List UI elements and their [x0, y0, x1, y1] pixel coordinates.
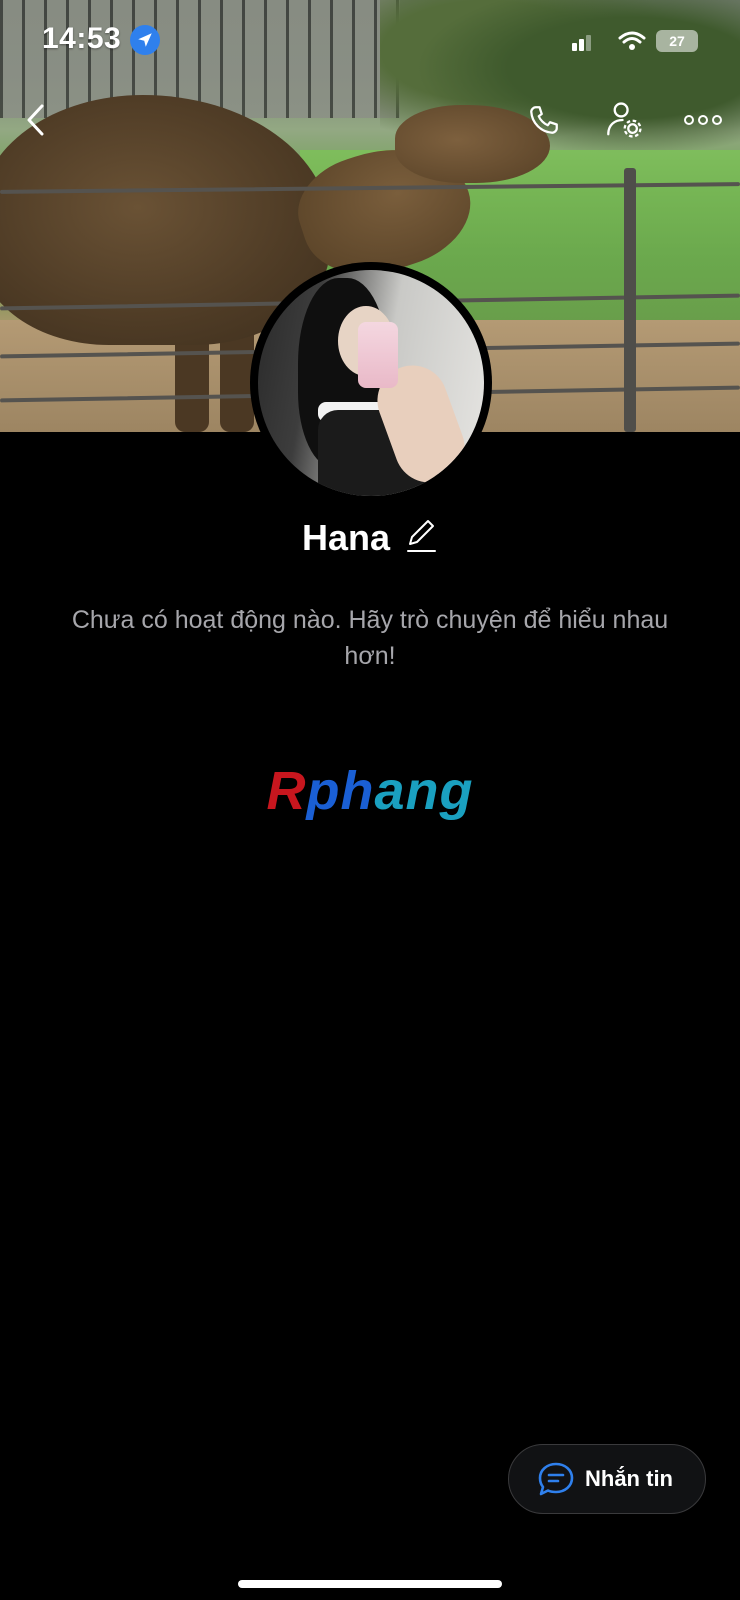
empty-activity-message: Chưa có hoạt động nào. Hãy trò chuyện để… [71, 606, 669, 670]
more-icon [684, 115, 722, 125]
edit-name-button[interactable] [404, 516, 438, 559]
avatar-phone [358, 322, 398, 388]
status-bar: 14:53 27 [0, 0, 740, 70]
home-indicator[interactable] [238, 1580, 502, 1588]
message-button-label: Nhắn tin [585, 1466, 673, 1491]
watermark-part: R [266, 761, 307, 821]
fence-post [624, 168, 636, 432]
watermark-part: ang [374, 761, 474, 821]
battery-indicator: 27 [656, 30, 698, 52]
signal-icon [572, 35, 591, 51]
location-arrow-icon [130, 25, 160, 55]
edit-pencil-icon [407, 520, 437, 552]
chat-bubble-icon [538, 1462, 574, 1496]
user-settings-icon [607, 102, 642, 138]
back-chevron-icon [27, 104, 44, 136]
avatar[interactable] [250, 262, 492, 504]
avatar-photo [258, 270, 484, 496]
phone-icon [530, 106, 558, 134]
more-button[interactable] [680, 98, 726, 142]
watermark-part: ph [306, 761, 375, 821]
profile-name: Hana [301, 516, 391, 558]
profile-settings-button[interactable] [602, 98, 646, 142]
status-time: 14:53 [42, 22, 122, 55]
profile-name-row: Hana [0, 516, 740, 559]
wifi-icon [618, 31, 646, 50]
watermark-logo: Rphang [0, 760, 740, 822]
message-button[interactable]: Nhắn tin [508, 1444, 706, 1514]
back-button[interactable] [14, 98, 58, 142]
call-button[interactable] [522, 98, 566, 142]
